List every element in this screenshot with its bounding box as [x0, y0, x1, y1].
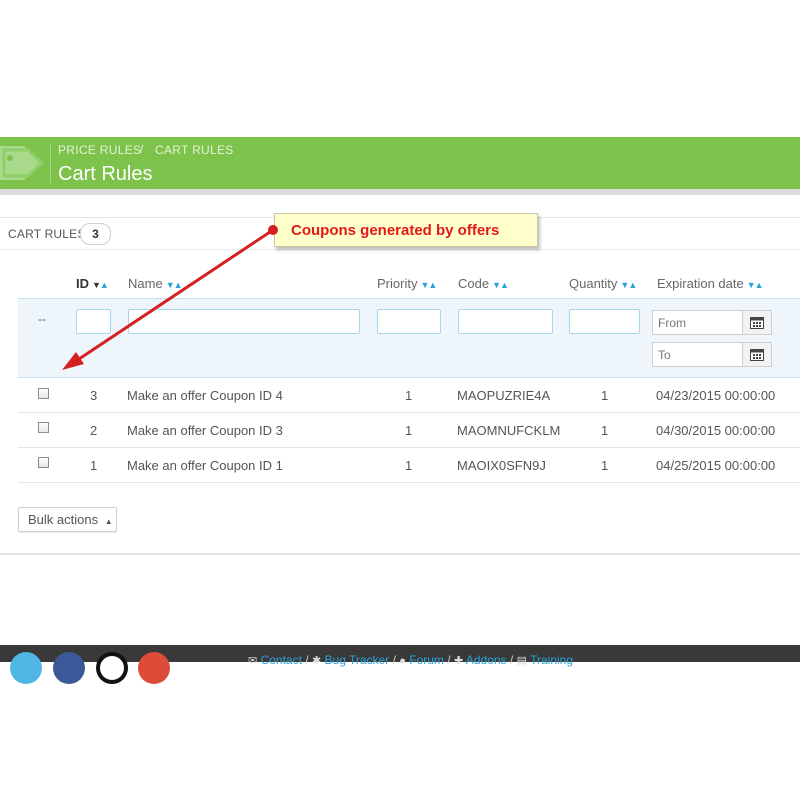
facebook-icon[interactable]	[53, 652, 85, 684]
puzzle-icon: ✚	[453, 655, 464, 667]
sort-icon[interactable]: ▼▲	[420, 280, 437, 290]
filter-code-input[interactable]	[458, 309, 553, 334]
footer-link-bug-tracker[interactable]: Bug Tracker	[325, 653, 390, 667]
page-title: Cart Rules	[58, 163, 153, 185]
cell-quantity: 1	[601, 388, 609, 403]
cell-expiration: 04/25/2015 00:00:00	[656, 458, 776, 473]
cell-expiration: 04/30/2015 00:00:00	[656, 423, 776, 438]
comments-icon: ●	[399, 655, 406, 667]
column-header-name[interactable]: Name ▼▲	[128, 276, 183, 291]
breadcrumb-cart-rules[interactable]: CART RULES	[155, 143, 234, 157]
calendar-icon[interactable]	[742, 310, 772, 335]
column-header-id[interactable]: ID ▼▲	[76, 276, 109, 291]
row-checkbox[interactable]	[38, 457, 49, 468]
cell-name: Make an offer Coupon ID 4	[127, 388, 283, 403]
cell-name: Make an offer Coupon ID 1	[127, 458, 283, 473]
cell-quantity: 1	[601, 458, 609, 473]
column-header-quantity[interactable]: Quantity ▼▲	[569, 276, 637, 291]
filter-quantity-input[interactable]	[569, 309, 640, 334]
bulk-actions-button[interactable]: Bulk actions ▲	[18, 507, 117, 532]
cell-id: 1	[90, 458, 98, 473]
google-plus-icon[interactable]	[138, 652, 170, 684]
annotation-callout: Coupons generated by offers	[274, 213, 538, 247]
calendar-icon[interactable]	[742, 342, 772, 367]
footer-link-forum[interactable]: Forum	[409, 653, 444, 667]
column-label: Quantity	[569, 276, 618, 291]
row-checkbox[interactable]	[38, 422, 49, 433]
cell-priority: 1	[405, 388, 413, 403]
footer-link-training[interactable]: Training	[530, 653, 573, 667]
column-label: Name	[128, 276, 163, 291]
cell-expiration: 04/23/2015 00:00:00	[656, 388, 776, 403]
caret-up-icon: ▲	[104, 517, 113, 526]
column-header-priority[interactable]: Priority ▼▲	[377, 276, 437, 291]
cell-id: 3	[90, 388, 98, 403]
panel-bottom-border	[0, 553, 800, 555]
filter-priority-input[interactable]	[377, 309, 441, 334]
cell-priority: 1	[405, 458, 413, 473]
sort-icon[interactable]: ▼▲	[747, 280, 764, 290]
sort-icon[interactable]: ▼▲	[492, 280, 509, 290]
cell-priority: 1	[405, 423, 413, 438]
footer-link-contact[interactable]: Contact	[261, 653, 302, 667]
breadcrumb-separator: /	[140, 142, 144, 156]
breadcrumb-price-rules[interactable]: PRICE RULES	[58, 143, 141, 157]
tag-icon	[0, 146, 45, 180]
panel-heading-divider	[0, 249, 800, 250]
cell-code: MAOMNUFCKLM	[457, 423, 561, 438]
cell-name: Make an offer Coupon ID 3	[127, 423, 283, 438]
cell-code: MAOPUZRIE4A	[457, 388, 551, 403]
sort-icon[interactable]: ▼▲	[620, 280, 637, 290]
header-divider	[50, 143, 51, 183]
footer-links: ✉ Contact / ✱ Bug Tracker / ● Forum / ✚ …	[248, 653, 574, 667]
sort-icon[interactable]: ▼▲	[92, 280, 109, 290]
row-checkbox[interactable]	[38, 388, 49, 399]
header-shadow	[0, 189, 800, 195]
filter-id-input[interactable]	[76, 309, 111, 334]
filter-name-input[interactable]	[128, 309, 360, 334]
column-header-code[interactable]: Code ▼▲	[458, 276, 509, 291]
filter-select-all-placeholder: --	[38, 312, 46, 326]
filter-date-from	[652, 310, 772, 335]
column-header-expiration[interactable]: Expiration date ▼▲	[657, 276, 764, 291]
cell-id: 2	[90, 423, 98, 438]
column-label: Code	[458, 276, 490, 291]
column-label: Priority	[377, 276, 418, 291]
filter-date-to	[652, 342, 772, 367]
column-label: Expiration date	[657, 276, 744, 291]
book-icon: ▤	[516, 655, 527, 667]
bug-icon: ✱	[311, 655, 322, 667]
column-label: ID	[76, 276, 89, 291]
cell-code: MAOIX0SFN9J	[457, 458, 546, 473]
date-from-input[interactable]	[652, 310, 742, 335]
date-to-input[interactable]	[652, 342, 742, 367]
github-icon[interactable]	[96, 652, 128, 684]
envelope-icon: ✉	[248, 655, 258, 667]
twitter-icon[interactable]	[10, 652, 42, 684]
count-badge: 3	[80, 223, 111, 245]
bulk-actions-label: Bulk actions	[28, 512, 99, 527]
footer-link-addons[interactable]: Addons	[466, 653, 507, 667]
cell-quantity: 1	[601, 423, 609, 438]
sort-icon[interactable]: ▼▲	[166, 280, 183, 290]
panel-title: CART RULES	[8, 227, 86, 241]
